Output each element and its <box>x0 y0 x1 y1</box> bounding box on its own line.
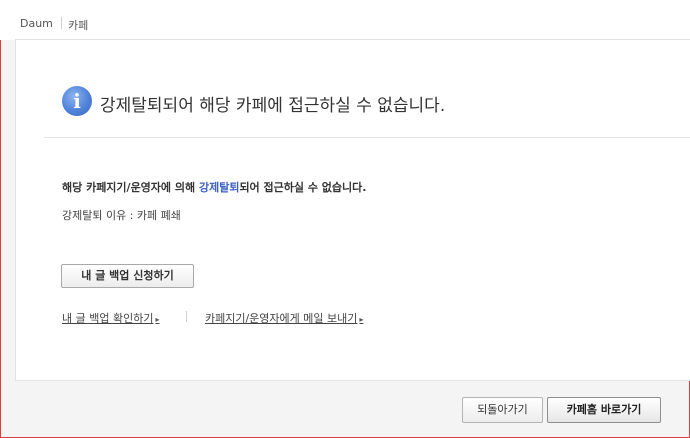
mail-admin-label: 카페지기/운영자에게 메일 보내기 <box>205 312 358 325</box>
arrow-right-icon: ▸ <box>155 315 160 324</box>
info-icon: i <box>62 86 92 116</box>
top-bar: Daum 카페 <box>0 0 690 40</box>
link-divider <box>186 311 187 322</box>
description-prefix: 해당 카페지기/운영자에 의해 <box>62 181 199 194</box>
notice-description: 해당 카페지기/운영자에 의해 강제탈퇴되어 접근하실 수 없습니다. <box>62 179 366 195</box>
backup-check-label: 내 글 백업 확인하기 <box>62 312 154 325</box>
description-suffix: 되어 접근하실 수 없습니다. <box>239 181 367 194</box>
daum-logo[interactable]: Daum <box>20 17 53 30</box>
page-title: 강제탈퇴되어 해당 카페에 접근하실 수 없습니다. <box>100 96 446 116</box>
title-divider <box>44 137 690 138</box>
withdrawal-reason: 강제탈퇴 이유 : 카페 폐쇄 <box>62 209 181 222</box>
go-back-button[interactable]: 되돌아가기 <box>462 397 543 423</box>
description-highlight: 강제탈퇴 <box>198 181 240 194</box>
arrow-right-icon: ▸ <box>359 315 364 324</box>
backup-request-button[interactable]: 내 글 백업 신청하기 <box>61 264 194 288</box>
header-divider <box>61 17 62 29</box>
backup-check-link[interactable]: 내 글 백업 확인하기 ▸ <box>62 310 159 326</box>
mail-admin-link[interactable]: 카페지기/운영자에게 메일 보내기 ▸ <box>205 310 363 326</box>
cafe-home-button[interactable]: 카페홈 바로가기 <box>547 397 661 423</box>
cafe-section-link[interactable]: 카페 <box>68 17 88 33</box>
